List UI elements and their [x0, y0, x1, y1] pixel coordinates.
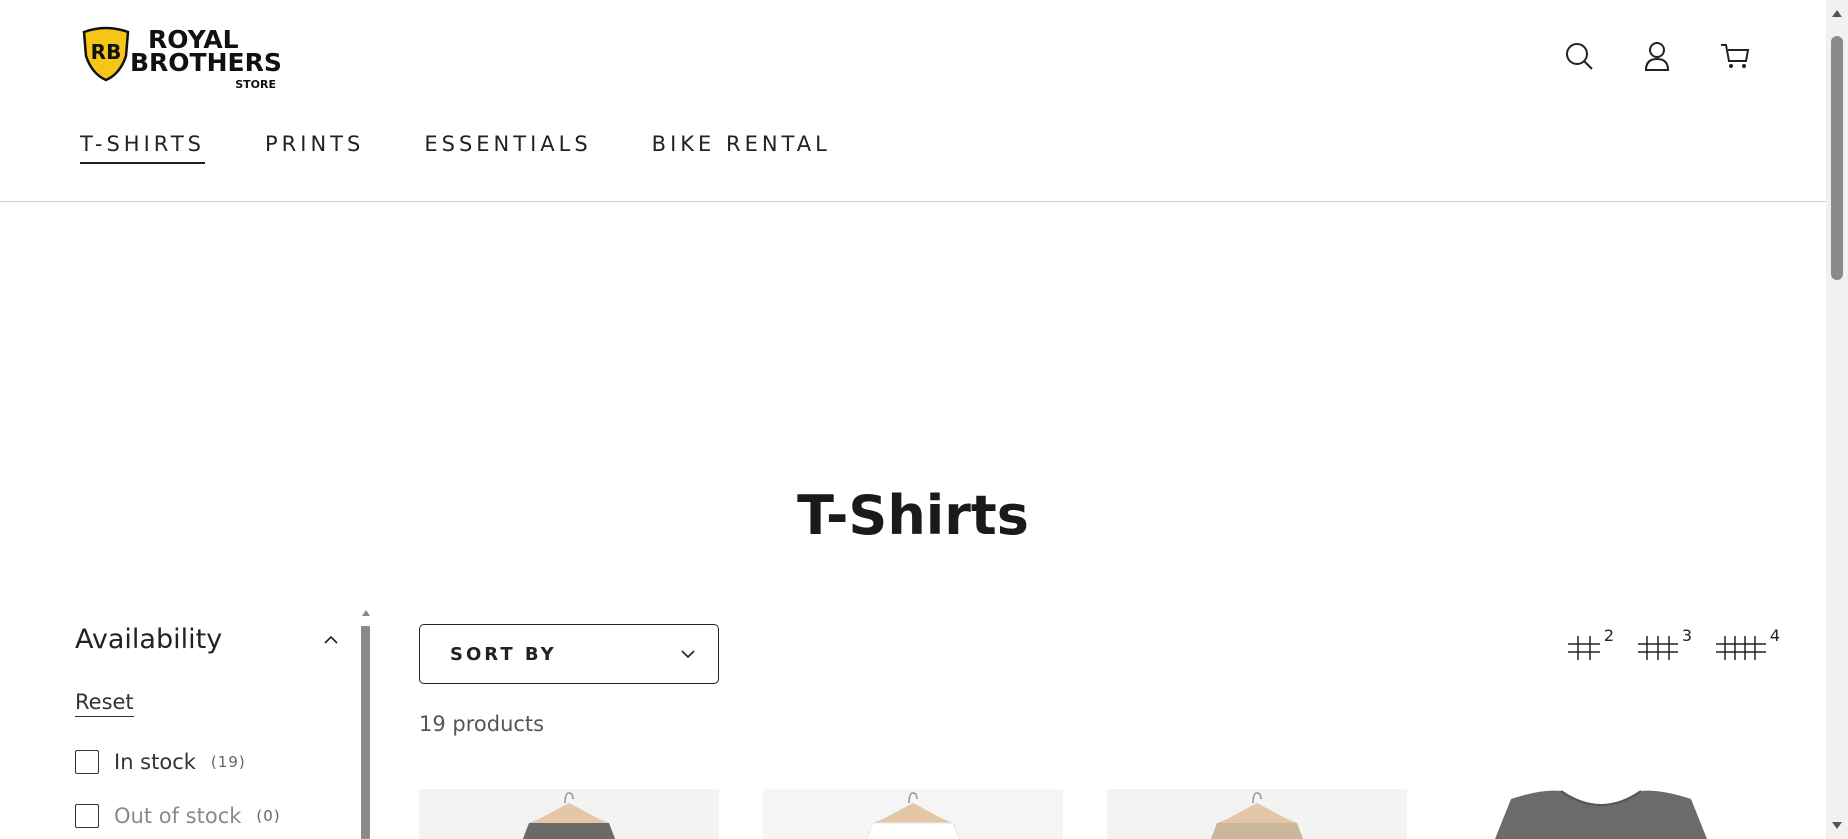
brand-name-line2: BROTHERS — [130, 48, 282, 77]
sort-by-label: SORT BY — [450, 643, 557, 665]
scroll-up-arrow-icon[interactable] — [362, 610, 370, 616]
header-actions — [1564, 38, 1750, 74]
main-nav: T-SHIRTS PRINTS ESSENTIALS BIKE RENTAL — [80, 132, 891, 164]
nav-item-bike-rental[interactable]: BIKE RENTAL — [652, 132, 831, 164]
page-scrollbar[interactable] — [1826, 0, 1848, 839]
filter-option-label: In stock — [114, 750, 196, 774]
sidebar-scrollbar[interactable] — [361, 608, 370, 839]
cart-icon[interactable] — [1720, 38, 1750, 74]
checkbox-in-stock[interactable] — [75, 750, 99, 774]
brand-logo[interactable]: RB ROYAL BROTHERS STORE — [80, 22, 282, 92]
availability-filter-header[interactable]: Availability — [75, 624, 340, 655]
filter-option-label: Out of stock — [114, 804, 242, 828]
sort-by-dropdown[interactable]: SORT BY — [419, 624, 719, 684]
product-card[interactable] — [419, 789, 719, 839]
grid-3-icon — [1638, 636, 1678, 660]
product-card[interactable] — [763, 789, 1063, 839]
product-card[interactable] — [1107, 789, 1407, 839]
site-header: RB ROYAL BROTHERS STORE T-SHIRTS PRINTS … — [0, 0, 1826, 202]
product-count: 19 products — [419, 712, 545, 736]
checkbox-out-of-stock[interactable] — [75, 804, 99, 828]
grid-4-icon — [1716, 636, 1766, 660]
brand-name: ROYAL BROTHERS — [130, 27, 282, 77]
page-scroll-thumb[interactable] — [1831, 36, 1843, 280]
search-icon[interactable] — [1564, 38, 1594, 74]
grid-2-columns-button[interactable]: 2 — [1566, 626, 1614, 668]
product-image — [1107, 789, 1407, 839]
filter-reset-link[interactable]: Reset — [75, 690, 134, 717]
filter-in-stock[interactable]: In stock (19) — [75, 750, 246, 774]
royal-brothers-shield-icon: RB — [82, 26, 130, 82]
filter-title: Availability — [75, 624, 223, 655]
nav-item-prints[interactable]: PRINTS — [265, 132, 364, 164]
chevron-down-icon — [681, 650, 695, 659]
grid-2-icon — [1568, 636, 1600, 660]
grid-4-label: 4 — [1769, 626, 1780, 645]
chevron-up-icon[interactable] — [322, 631, 340, 649]
grid-4-columns-button[interactable]: 4 — [1714, 626, 1780, 668]
scroll-up-arrow-icon[interactable] — [1832, 10, 1842, 17]
product-image — [419, 789, 719, 839]
filter-out-of-stock[interactable]: Out of stock (0) — [75, 804, 281, 828]
nav-item-t-shirts[interactable]: T-SHIRTS — [80, 132, 206, 164]
product-image — [763, 789, 1063, 839]
grid-layout-options: 2 3 4 — [1566, 626, 1780, 668]
filter-option-count: (19) — [210, 753, 246, 771]
grid-2-label: 2 — [1603, 626, 1614, 645]
collection-title: T-Shirts — [797, 484, 1029, 547]
nav-item-essentials[interactable]: ESSENTIALS — [424, 132, 591, 164]
account-icon[interactable] — [1642, 38, 1672, 74]
badge-text: RB — [91, 40, 122, 64]
sidebar-scroll-thumb[interactable] — [361, 626, 370, 839]
scroll-down-arrow-icon[interactable] — [1832, 822, 1842, 829]
grid-3-columns-button[interactable]: 3 — [1636, 626, 1692, 668]
product-image — [1451, 789, 1751, 839]
product-card[interactable] — [1451, 789, 1751, 839]
grid-3-label: 3 — [1681, 626, 1692, 645]
brand-sub: STORE — [235, 78, 276, 91]
filter-option-count: (0) — [256, 807, 281, 825]
